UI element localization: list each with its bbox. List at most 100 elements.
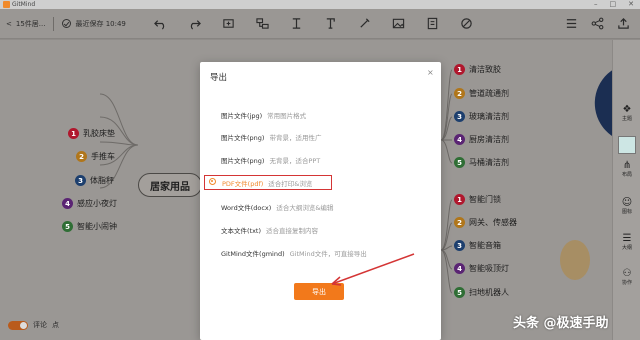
node-label: 体脂秤 [90,176,114,185]
option-desc: 适合打印&浏览 [268,180,313,188]
close-window-icon[interactable]: ✕ [628,0,634,9]
comment-toggle[interactable] [8,320,28,330]
image-icon[interactable] [392,17,406,31]
export-option-png-nobg[interactable]: 图片文件(png) 无背景，适合PPT [221,155,320,165]
toggle-label-2: 点 [52,321,59,329]
theme-thumbnail[interactable] [618,136,636,154]
right-sidebar: ❖ 主题 ⋔ 布局 ☺ 图标 ☰ 大纲 ⚇ 协作 [612,40,640,340]
collaborate-icon: ⚇ [622,268,632,279]
node-number-badge: 1 [68,128,79,139]
node-label: 清洁致胶 [469,65,501,74]
sidebar-item-collab[interactable]: ⚇ 协作 [615,268,639,286]
sidebar-item-structure[interactable]: ⋔ 布局 [615,160,639,178]
node-label: 手推车 [91,152,115,161]
export-option-png-bg[interactable]: 图片文件(png) 带背景，适用性广 [221,132,321,142]
node-label: 厨房清洁剂 [469,135,509,144]
export-option-pdf[interactable]: PDF文件(pdf) 适合打印&浏览 [204,175,332,190]
undo-icon[interactable] [154,17,168,31]
title-bar: GitMind – □ ✕ [0,0,640,9]
right-node-1[interactable]: 1 清洁致胶 [454,64,501,75]
close-icon[interactable]: × [427,68,434,77]
node-number-badge: 3 [75,175,86,186]
toolbar: < 15件居... 最近保存 10:49 [0,9,640,39]
right-node-2[interactable]: 2 管道疏通剂 [454,88,509,99]
right-node-6[interactable]: 1 智能门锁 [454,194,501,205]
right-node-4[interactable]: 4 厨房清洁剂 [454,134,509,145]
left-node-3[interactable]: 3 体脂秤 [75,175,114,186]
node-number-badge: 5 [62,221,73,232]
right-node-8[interactable]: 3 智能音箱 [454,240,501,251]
edit-tools [154,17,474,31]
node-number-badge: 4 [454,263,465,274]
right-node-5[interactable]: 5 马桶清洁剂 [454,157,509,168]
doc-tab[interactable]: < 15件居... 最近保存 10:49 [0,16,126,31]
node-label: 扫地机器人 [469,288,509,297]
note-icon[interactable] [426,17,440,31]
export-option-txt[interactable]: 文本文件(txt) 适合直接复制内容 [221,225,318,235]
right-node-9[interactable]: 4 智能吸顶灯 [454,263,509,274]
export-option-jpg[interactable]: 图片文件(jpg) 常用图片格式 [221,110,306,120]
window-title: GitMind [12,1,36,8]
format-icon[interactable] [324,17,338,31]
option-name: GitMind文件(gmind) [221,250,285,258]
node-label: 管道疏通剂 [469,89,509,98]
sidebar-item-label: 图标 [621,209,632,215]
theme-icon: ❖ [622,104,632,115]
option-desc: 带背景，适用性广 [269,134,322,142]
node-number-badge: 5 [454,287,465,298]
node-number-badge: 2 [454,88,465,99]
summary-icon[interactable] [290,17,304,31]
node-number-badge: 1 [454,194,465,205]
left-node-5[interactable]: 5 智能小闹钟 [62,221,117,232]
node-label: 网关、传感器 [469,218,517,227]
right-node-10[interactable]: 5 扫地机器人 [454,287,509,298]
option-name: 图片文件(jpg) [221,112,263,120]
option-desc: 无背景，适合PPT [269,157,321,165]
left-node-1[interactable]: 1 乳胶床垫 [68,128,115,139]
option-name: 图片文件(png) [221,134,265,142]
node-number-badge: 2 [76,151,87,162]
sibling-node-icon[interactable] [256,17,270,31]
right-node-3[interactable]: 3 玻璃清洁剂 [454,111,509,122]
node-number-badge: 5 [454,157,465,168]
menu-icon[interactable] [564,17,578,31]
left-node-4[interactable]: 4 感应小夜灯 [62,198,117,209]
option-desc: 适合大纲浏览&编辑 [276,204,334,212]
export-dialog: 导出 × 图片文件(jpg) 常用图片格式 图片文件(png) 带背景，适用性广 图… [200,62,441,340]
add-node-icon[interactable] [222,17,236,31]
bottom-bar: 评论 点 [8,320,59,330]
sidebar-item-label: 主题 [621,116,632,122]
back-icon[interactable]: < [6,20,12,28]
node-number-badge: 2 [454,217,465,228]
maximize-icon[interactable]: □ [610,0,617,9]
sidebar-item-theme[interactable]: ❖ 主题 [615,104,639,122]
left-node-2[interactable]: 2 手推车 [76,151,115,162]
central-topic[interactable]: 居家用品 [138,173,202,197]
pointer-arrow-icon [331,253,415,286]
link-icon[interactable] [358,17,372,31]
sidebar-item-outline[interactable]: ☰ 大纲 [615,233,639,251]
doc-title[interactable]: 15件居... [16,19,46,29]
option-desc: 常用图片格式 [267,112,307,120]
node-number-badge: 3 [454,240,465,251]
option-desc: 适合直接复制内容 [266,227,319,235]
radio-selected-icon [209,178,216,185]
block-icon[interactable] [460,17,474,31]
right-node-7[interactable]: 2 网关、传感器 [454,217,517,228]
toolbar-divider [53,16,55,31]
option-name: 图片文件(png) [221,157,265,165]
minimize-icon[interactable]: – [594,0,598,9]
icon-library-icon: ☺ [621,197,633,208]
export-option-docx[interactable]: Word文件(docx) 适合大纲浏览&编辑 [221,202,333,212]
save-check-icon [62,19,72,28]
sidebar-item-icons[interactable]: ☺ 图标 [615,197,639,215]
node-label: 智能小闹钟 [77,222,117,231]
share-icon[interactable] [590,17,604,31]
redo-icon[interactable] [188,17,202,31]
node-label: 智能吸顶灯 [469,264,509,273]
option-name: 文本文件(txt) [221,227,262,235]
node-number-badge: 3 [454,111,465,122]
node-label: 智能音箱 [469,241,501,250]
export-icon[interactable] [616,17,630,31]
app-logo-icon [3,1,10,8]
